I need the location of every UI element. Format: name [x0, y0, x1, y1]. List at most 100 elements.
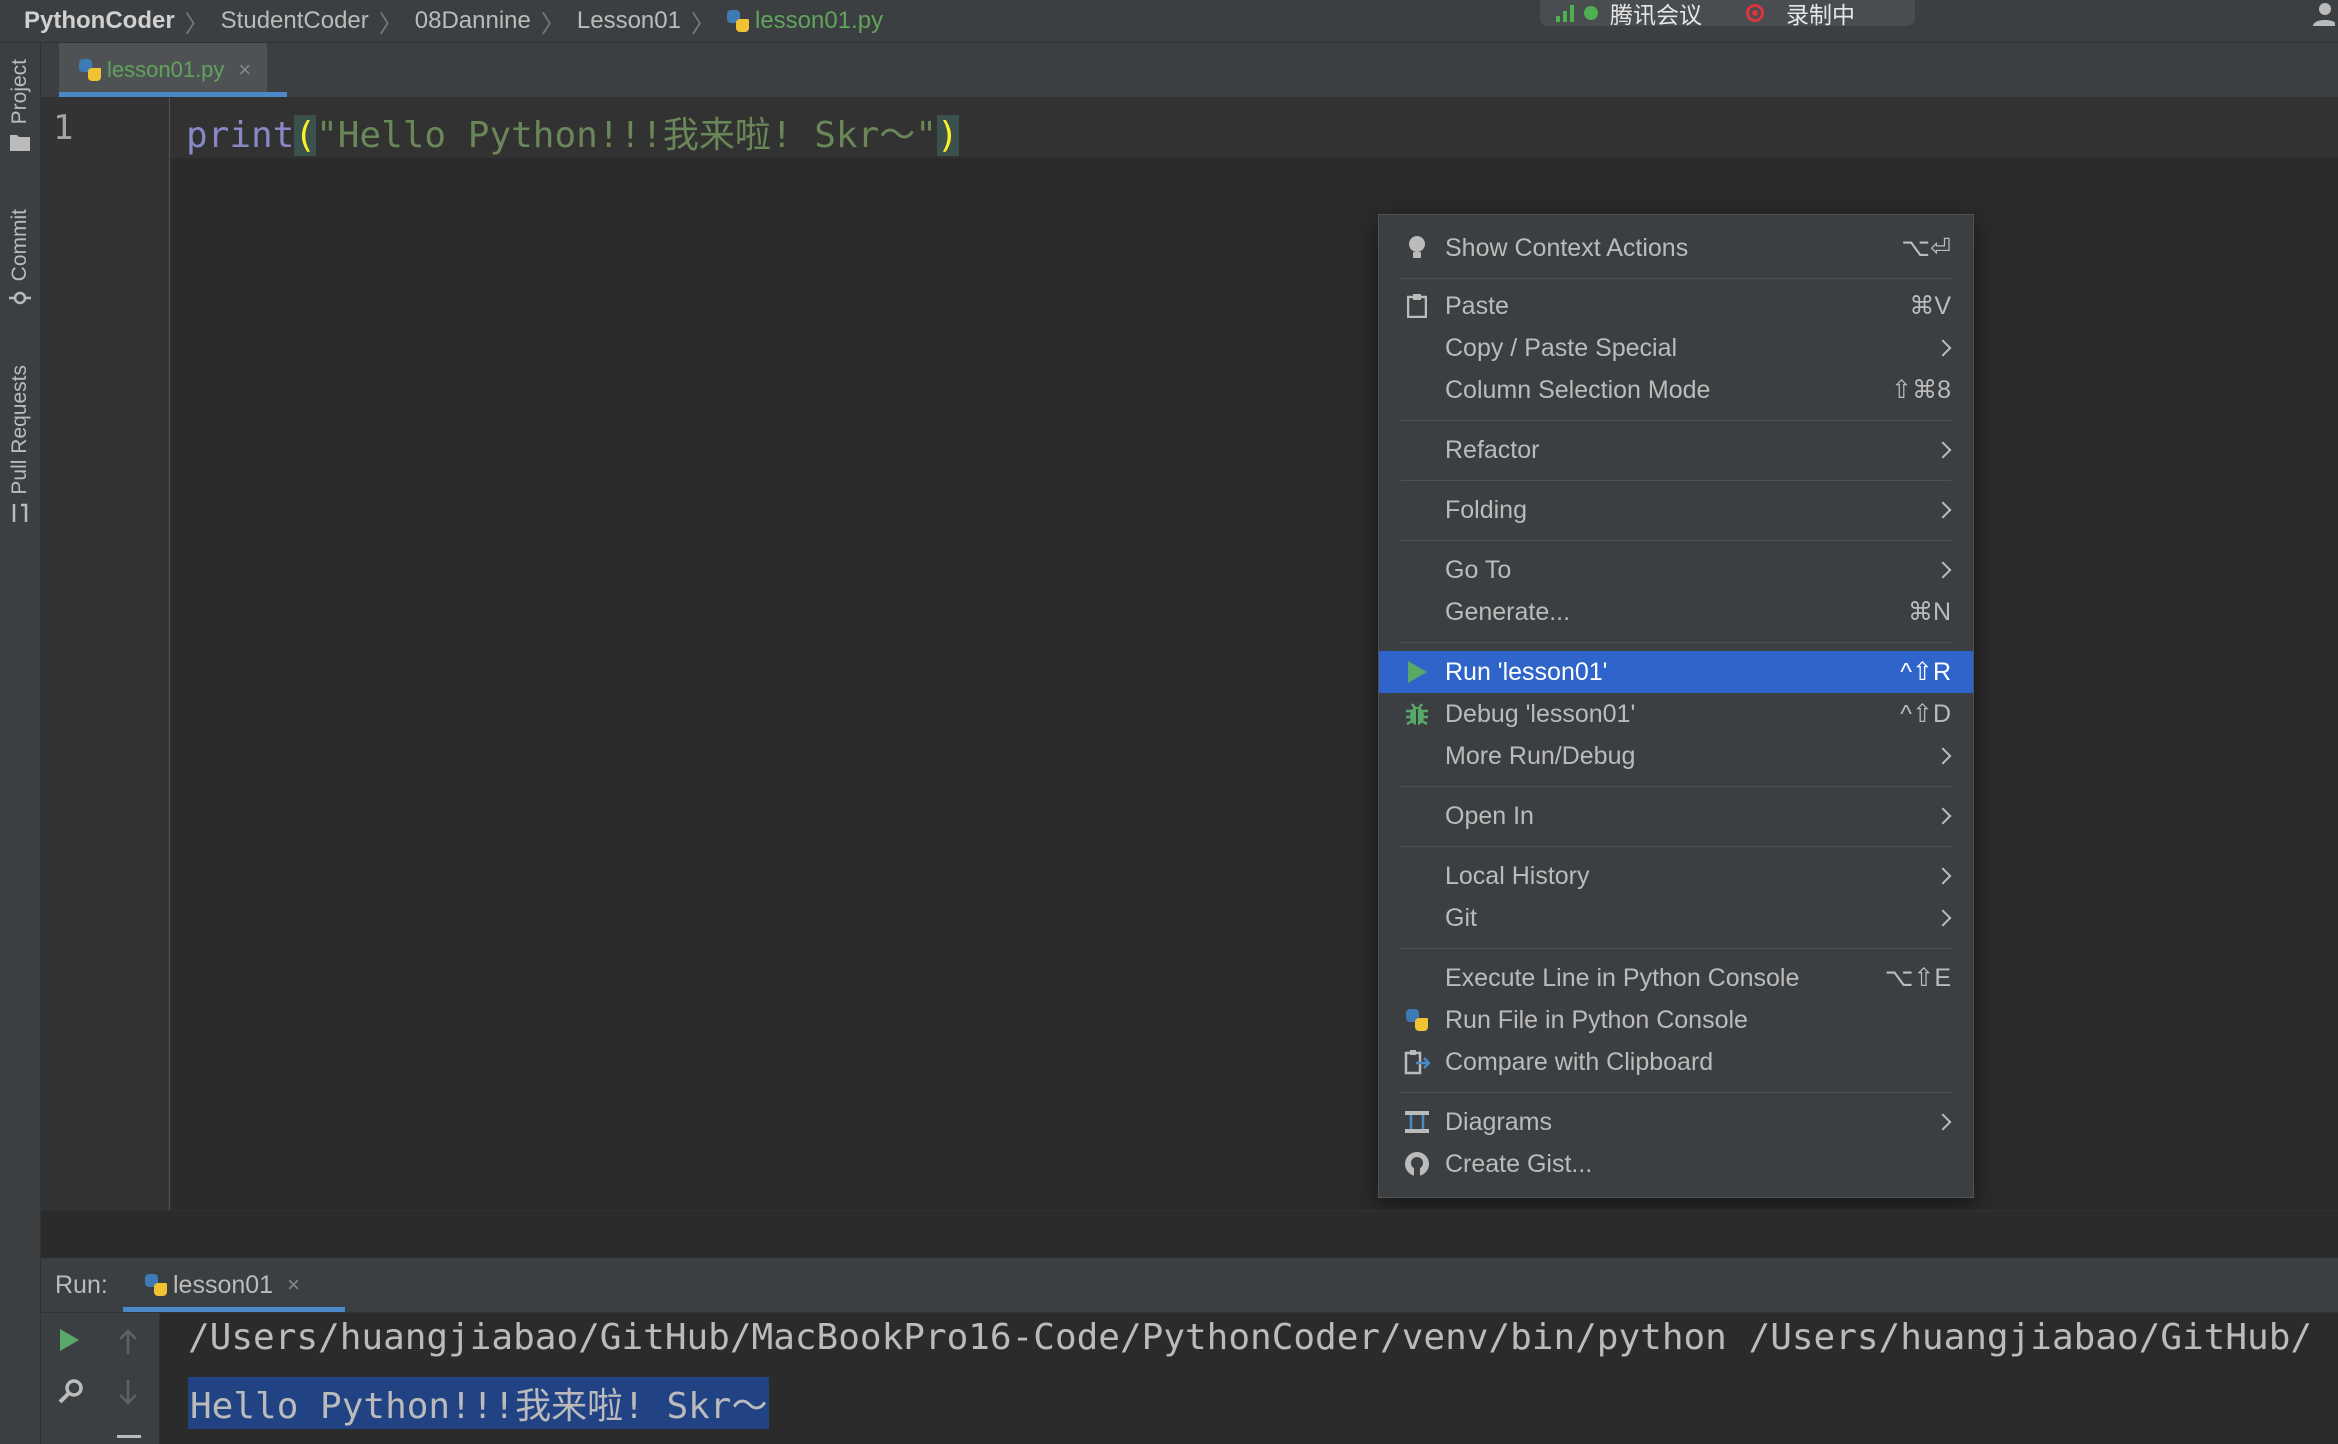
- menu-item-copy-paste-special[interactable]: Copy / Paste Special: [1379, 327, 1973, 369]
- run-tab-label: lesson01: [173, 1270, 274, 1299]
- breadcrumb-separator: 〉: [184, 10, 209, 38]
- folder-icon: [10, 135, 30, 152]
- tool-window-project-label: Project: [8, 59, 31, 125]
- code-open-paren: (: [294, 115, 317, 156]
- pull-request-icon: [12, 503, 28, 522]
- menu-item-create-gist[interactable]: Create Gist...: [1379, 1143, 1973, 1185]
- breadcrumb-project[interactable]: PythonCoder: [24, 7, 175, 35]
- menu-item-go-to[interactable]: Go To: [1379, 549, 1973, 591]
- python-file-icon: [79, 59, 101, 81]
- commit-icon: [9, 292, 31, 305]
- breadcrumb-folder-08dannine[interactable]: 08Dannine: [415, 7, 531, 35]
- editor-tab-bar: lesson01.py ×: [41, 43, 2338, 98]
- shortcut: ⌥⏎: [1901, 234, 1951, 262]
- line-number: 1: [53, 108, 74, 148]
- menu-item-run-file-in-python-console[interactable]: Run File in Python Console: [1379, 999, 1973, 1041]
- compare-icon: [1403, 1048, 1431, 1076]
- rerun-icon[interactable]: [57, 1327, 81, 1353]
- breadcrumb-file[interactable]: lesson01.py: [755, 7, 883, 35]
- debug-icon: [1403, 700, 1431, 728]
- diagram-icon: [1403, 1108, 1431, 1136]
- menu-item-git[interactable]: Git: [1379, 897, 1973, 939]
- code-close-paren: ): [936, 115, 959, 156]
- arrow-down-icon[interactable]: [117, 1379, 139, 1405]
- console-output-line: Hello Python!!!我来啦! Skr～: [188, 1377, 770, 1429]
- shortcut: ⌘N: [1907, 598, 1951, 626]
- chevron-right-icon: [1934, 441, 1952, 459]
- left-tool-stripe: Project Commit Pull Requests: [0, 43, 41, 1444]
- code-string: "Hello Python!!!我来啦! Skr～": [316, 115, 937, 156]
- close-icon[interactable]: ×: [287, 1272, 300, 1298]
- clipboard-icon: [1403, 292, 1431, 320]
- bulb-icon: [1403, 234, 1431, 262]
- chevron-right-icon: [1934, 867, 1952, 885]
- chevron-right-icon: [1934, 909, 1952, 927]
- status-dot-icon: [1584, 6, 1598, 20]
- run-console-output[interactable]: /Users/huangjiabao/GitHub/MacBookPro16-C…: [160, 1313, 2338, 1444]
- menu-item-generate[interactable]: Generate... ⌘N: [1379, 591, 1973, 633]
- context-menu: Show Context Actions ⌥⏎ Paste ⌘V Copy / …: [1378, 214, 1974, 1198]
- run-panel-toolbar: [41, 1313, 160, 1444]
- arrow-up-icon[interactable]: [117, 1329, 139, 1355]
- tool-window-pull-requests[interactable]: Pull Requests: [2, 365, 38, 525]
- menu-item-column-selection-mode[interactable]: Column Selection Mode ⇧⌘8: [1379, 369, 1973, 411]
- menu-separator: [1401, 948, 1951, 949]
- menu-item-local-history[interactable]: Local History: [1379, 855, 1973, 897]
- meeting-overlay[interactable]: 腾讯会议 录制中: [1540, 0, 1915, 28]
- tool-window-pull-requests-label: Pull Requests: [8, 365, 31, 495]
- breadcrumb: PythonCoder 〉 StudentCoder 〉 08Dannine 〉…: [0, 0, 883, 42]
- shortcut: ⌥⇧E: [1884, 964, 1951, 992]
- chevron-right-icon: [1934, 561, 1952, 579]
- tool-window-commit[interactable]: Commit: [2, 209, 38, 309]
- close-icon[interactable]: ×: [238, 57, 251, 83]
- python-file-icon: [726, 10, 749, 32]
- menu-separator: [1401, 420, 1951, 421]
- minimize-icon[interactable]: [117, 1435, 141, 1438]
- menu-item-refactor[interactable]: Refactor: [1379, 429, 1973, 471]
- python-icon: [1403, 1006, 1431, 1034]
- active-tab-indicator: [123, 1307, 345, 1312]
- wrench-icon[interactable]: [57, 1379, 83, 1405]
- breadcrumb-folder-studentcoder[interactable]: StudentCoder: [221, 7, 369, 35]
- menu-item-execute-line-in-python-console[interactable]: Execute Line in Python Console ⌥⇧E: [1379, 957, 1973, 999]
- editor-tab-lesson01[interactable]: lesson01.py ×: [59, 43, 268, 97]
- menu-item-compare-with-clipboard[interactable]: Compare with Clipboard: [1379, 1041, 1973, 1083]
- breadcrumb-separator: 〉: [690, 10, 715, 38]
- record-icon: [1746, 4, 1764, 22]
- console-command-line: /Users/huangjiabao/GitHub/MacBookPro16-C…: [188, 1317, 2313, 1358]
- shortcut: ⌘V: [1909, 292, 1951, 320]
- code-editor[interactable]: print("Hello Python!!!我来啦! Skr～"): [170, 98, 2338, 1210]
- menu-separator: [1401, 480, 1951, 481]
- breadcrumb-separator: 〉: [378, 10, 403, 38]
- code-keyword: print: [186, 115, 295, 156]
- shortcut: ^⇧R: [1900, 658, 1951, 686]
- chevron-right-icon: [1934, 501, 1952, 519]
- menu-item-open-in[interactable]: Open In: [1379, 795, 1973, 837]
- active-tab-indicator: [59, 92, 287, 97]
- menu-item-diagrams[interactable]: Diagrams: [1379, 1101, 1973, 1143]
- menu-separator: [1401, 642, 1951, 643]
- menu-item-paste[interactable]: Paste ⌘V: [1379, 285, 1973, 327]
- user-icon[interactable]: [2305, 2, 2335, 26]
- code-line-1[interactable]: print("Hello Python!!!我来啦! Skr～"): [186, 106, 959, 158]
- run-tab-lesson01[interactable]: lesson01 ×: [145, 1258, 300, 1312]
- menu-item-run-lesson01[interactable]: Run 'lesson01' ^⇧R: [1379, 651, 1973, 693]
- meeting-app-name: 腾讯会议: [1610, 2, 1702, 28]
- editor-gutter: 1: [41, 98, 170, 1210]
- editor-tab-label: lesson01.py: [107, 57, 225, 82]
- menu-item-show-context-actions[interactable]: Show Context Actions ⌥⏎: [1379, 227, 1973, 269]
- run-panel-header: Run: lesson01 ×: [41, 1258, 2338, 1313]
- navigation-bar: PythonCoder 〉 StudentCoder 〉 08Dannine 〉…: [0, 0, 2338, 43]
- recording-status: 录制中: [1786, 2, 1855, 28]
- run-panel-label: Run:: [55, 1271, 108, 1299]
- breadcrumb-folder-lesson01[interactable]: Lesson01: [577, 7, 681, 35]
- signal-bars-icon: [1556, 4, 1574, 22]
- tool-window-project[interactable]: Project: [2, 59, 38, 152]
- python-icon: [145, 1274, 167, 1296]
- run-icon: [1403, 658, 1431, 686]
- menu-item-folding[interactable]: Folding: [1379, 489, 1973, 531]
- menu-separator: [1401, 278, 1951, 279]
- menu-item-debug-lesson01[interactable]: Debug 'lesson01' ^⇧D: [1379, 693, 1973, 735]
- menu-item-more-run-debug[interactable]: More Run/Debug: [1379, 735, 1973, 777]
- github-icon: [1403, 1150, 1431, 1178]
